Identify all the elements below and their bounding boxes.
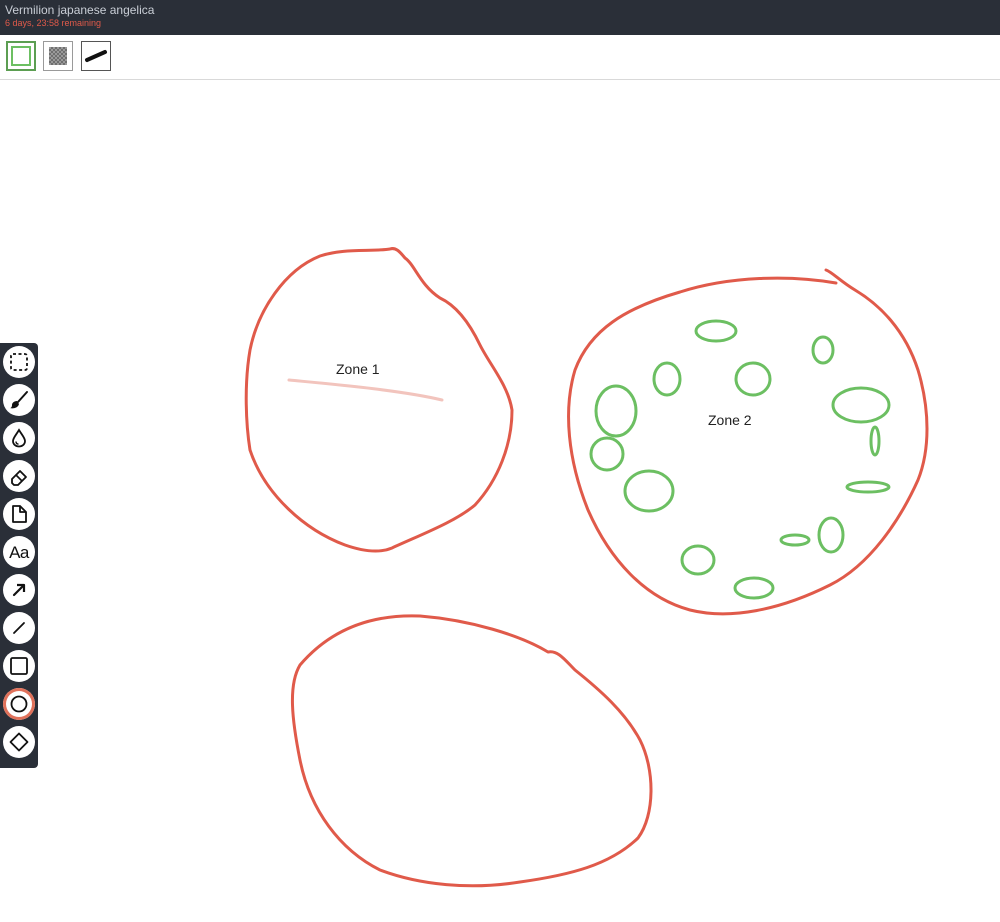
zone-3-outline[interactable] [291,614,653,888]
brush-tool[interactable] [3,384,35,416]
line-icon [13,622,25,634]
ellipse-tool[interactable] [3,688,35,720]
plant-group [589,319,891,600]
fill-pattern-button[interactable] [43,41,73,71]
plant-ellipse[interactable] [869,425,881,457]
diamond-tool[interactable] [3,726,35,758]
time-remaining: 6 days, 23:58 remaining [5,18,102,28]
plant-ellipse[interactable] [694,319,738,343]
plant-ellipse[interactable] [589,436,625,472]
plant-ellipse[interactable] [817,516,845,554]
text-icon: Aa [9,542,29,562]
zone-2-label[interactable]: Zone 2 [708,412,752,428]
line-tool[interactable] [3,612,35,644]
arrow-icon [12,583,26,597]
stroke-width-button[interactable] [81,41,111,71]
canvas-drawing [244,247,929,888]
dashed-square-icon [10,353,28,371]
plant-ellipse[interactable] [652,361,682,397]
plant-ellipse[interactable] [779,533,811,547]
zone-2-outline[interactable] [567,268,929,616]
fill-color-button[interactable] [6,41,36,71]
plant-ellipse[interactable] [845,480,891,494]
plant-ellipse[interactable] [831,386,891,424]
eraser-tool[interactable] [3,460,35,492]
zone-1-outline[interactable] [244,247,514,553]
plant-ellipse[interactable] [811,335,835,365]
circle-icon [10,695,28,713]
plant-ellipse[interactable] [733,576,775,600]
checker-pattern-icon [49,47,67,65]
faint-stroke[interactable] [287,378,444,402]
plant-ellipse[interactable] [734,361,772,397]
document-title: Vermilion japanese angelica [5,3,155,17]
zone-1-label[interactable]: Zone 1 [336,361,380,377]
plant-ellipse[interactable] [680,544,716,576]
text-tool[interactable]: Aa [3,536,35,568]
brush-icon [10,391,28,409]
style-toolbar [0,35,1000,80]
note-tool[interactable] [3,498,35,530]
rectangle-tool[interactable] [3,650,35,682]
tool-sidebar: Aa [0,343,38,768]
square-icon [10,657,28,675]
droplet-icon [12,428,26,448]
page-icon [12,505,27,523]
fill-swatch-icon [11,46,31,66]
plant-ellipse[interactable] [594,384,638,438]
arrow-tool[interactable] [3,574,35,606]
plant-ellipse[interactable] [623,469,675,513]
stroke-line-icon [85,50,107,62]
diamond-icon [9,732,29,752]
drawing-canvas[interactable]: Zone 1 Zone 2 [0,80,1000,922]
title-bar: Vermilion japanese angelica 6 days, 23:5… [0,0,1000,35]
eraser-icon [11,470,27,486]
fill-tool[interactable] [3,422,35,454]
select-tool[interactable] [3,346,35,378]
